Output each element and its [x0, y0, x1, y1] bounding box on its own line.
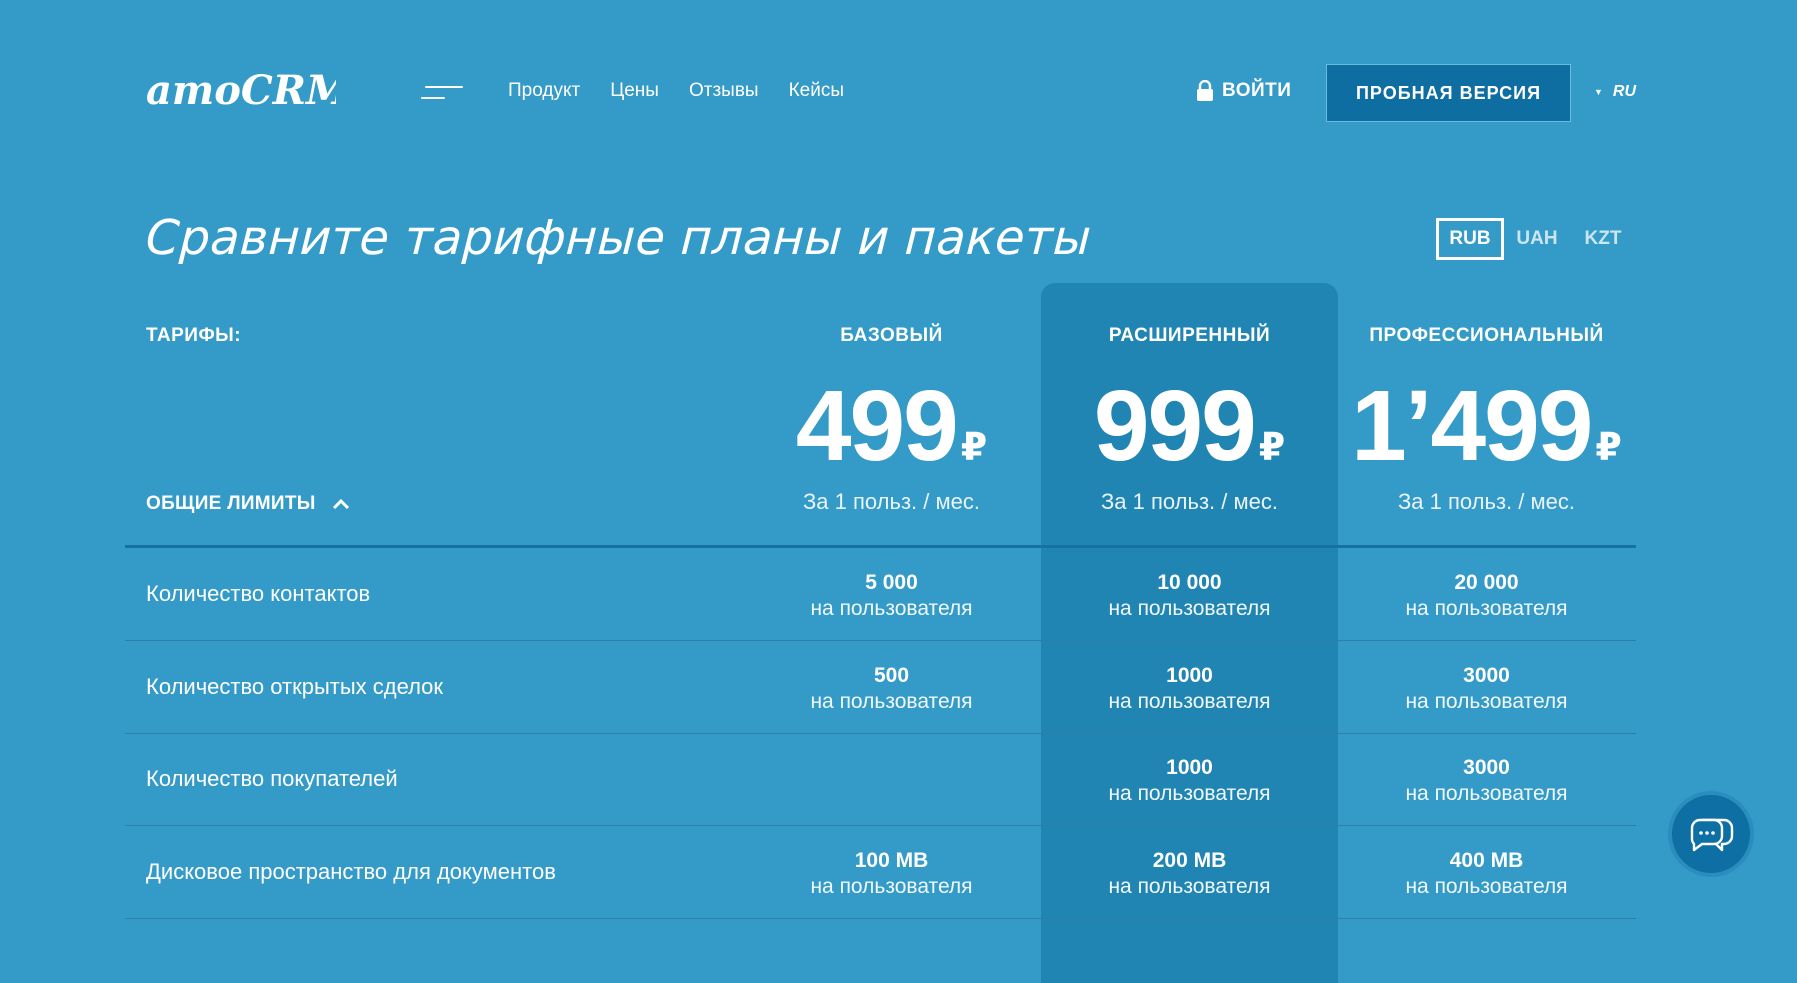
svg-text:amoCRM.: amoCRM.	[146, 67, 336, 114]
section-title: ОБЩИЕ ЛИМИТЫ	[146, 493, 316, 514]
currency-switcher: RUB UAH KZT	[1436, 218, 1636, 260]
cell-unit: на пользователя	[1108, 690, 1271, 713]
main-nav: Продукт Цены Отзывы Кейсы	[508, 80, 844, 102]
cell-extended: 1000 на пользователя	[1041, 663, 1338, 715]
cell-professional: 3000 на пользователя	[1338, 663, 1635, 715]
plan-period: За 1 польз. / мес.	[803, 489, 980, 514]
plan-price: 499 ₽	[743, 369, 1040, 484]
cell-value: 3000	[1463, 756, 1510, 779]
cell-basic: 5 000 на пользователя	[743, 570, 1040, 622]
page-title: Сравните тарифные планы и пакеты	[144, 210, 1093, 266]
login-label: ВОЙТИ	[1222, 80, 1292, 101]
cell-unit: на пользователя	[1108, 782, 1271, 805]
cell-value: 400 MB	[1449, 849, 1524, 872]
cell-unit: на пользователя	[810, 875, 973, 898]
currency-rub[interactable]: RUB	[1436, 218, 1504, 260]
cell-value: 1000	[1166, 664, 1213, 687]
cell-value: 20 000	[1454, 571, 1519, 594]
cell-value: 500	[873, 664, 910, 687]
cell-unit: на пользователя	[1108, 875, 1271, 898]
lock-icon	[1197, 80, 1213, 101]
amocrm-logo[interactable]: amoCRM.	[146, 64, 336, 114]
cell-basic: 100 MB на пользователя	[743, 848, 1040, 900]
ruble-sign: ₽	[960, 427, 988, 469]
plan-name: РАСШИРЕННЫЙ	[1108, 325, 1271, 346]
cell-value: 200 MB	[1152, 849, 1227, 872]
nav-prices[interactable]: Цены	[610, 80, 659, 102]
cell-unit: на пользователя	[1405, 782, 1568, 805]
plan-period: За 1 польз. / мес.	[1398, 489, 1575, 514]
cell-value: 1000	[1166, 756, 1213, 779]
nav-cases[interactable]: Кейсы	[789, 80, 844, 102]
price-value: 1’499	[1351, 370, 1593, 482]
caret-down-icon: ▼	[1594, 87, 1603, 97]
site-header: amoCRM. Продукт Цены Отзывы Кейсы ВОЙТИ …	[0, 0, 1797, 185]
price-value: 499	[795, 370, 959, 482]
language-selector[interactable]: ▼ RU	[1594, 83, 1636, 101]
price-value: 999	[1093, 370, 1257, 482]
cell-unit: на пользователя	[1405, 690, 1568, 713]
ruble-sign: ₽	[1258, 427, 1286, 469]
table-row: Количество контактов 5 000 на пользовател…	[125, 548, 1636, 641]
plan-name: БАЗОВЫЙ	[840, 325, 943, 346]
nav-reviews[interactable]: Отзывы	[689, 80, 759, 102]
chat-bubbles-icon	[1690, 818, 1734, 852]
cell-basic: 500 на пользователя	[743, 663, 1040, 715]
chat-widget-button[interactable]	[1668, 791, 1754, 877]
cell-unit: на пользователя	[1108, 597, 1271, 620]
currency-uah[interactable]: UAH	[1504, 218, 1570, 260]
login-button[interactable]: ВОЙТИ	[1196, 80, 1291, 102]
cell-value: 3000	[1463, 664, 1510, 687]
cell-professional: 20 000 на пользователя	[1338, 570, 1635, 622]
hamburger-menu-icon[interactable]	[421, 84, 463, 104]
logo-wordmark: amoCRM.	[146, 67, 336, 114]
plan-price: 999 ₽	[1041, 369, 1338, 484]
row-label: Количество покупателей	[146, 766, 398, 791]
cell-value: 100 MB	[854, 849, 929, 872]
tariffs-label: ТАРИФЫ:	[146, 325, 242, 346]
language-label: RU	[1612, 83, 1637, 100]
cell-value: 5 000	[865, 571, 918, 594]
cell-professional: 400 MB на пользователя	[1338, 848, 1635, 900]
row-label: Количество открытых сделок	[146, 674, 444, 699]
cell-unit: на пользователя	[810, 690, 973, 713]
cell-extended: 1000 на пользователя	[1041, 755, 1338, 807]
trial-button[interactable]: ПРОБНАЯ ВЕРСИЯ	[1326, 64, 1571, 122]
table-row: Количество покупателей 1000 на пользовате…	[125, 733, 1636, 826]
cell-extended: 10 000 на пользователя	[1041, 570, 1338, 622]
table-row: Дисковое пространство для документов 100…	[125, 826, 1636, 919]
row-label: Количество контактов	[146, 581, 371, 606]
plan-period: За 1 польз. / мес.	[1101, 489, 1278, 514]
plan-name: ПРОФЕССИОНАЛЬНЫЙ	[1369, 325, 1604, 346]
cell-value: 10 000	[1157, 571, 1222, 594]
nav-product[interactable]: Продукт	[508, 80, 580, 102]
cell-unit: на пользователя	[1405, 875, 1568, 898]
plan-price: 1’499 ₽	[1338, 369, 1635, 484]
chevron-up-icon	[332, 498, 349, 510]
section-toggle-general-limits[interactable]: ОБЩИЕ ЛИМИТЫ	[146, 493, 350, 515]
cell-unit: на пользователя	[810, 597, 973, 620]
cell-extended: 200 MB на пользователя	[1041, 848, 1338, 900]
cell-unit: на пользователя	[1405, 597, 1568, 620]
row-label: Дисковое пространство для документов	[146, 859, 556, 884]
table-row: Количество открытых сделок 500 на пользов…	[125, 641, 1636, 734]
cell-professional: 3000 на пользователя	[1338, 755, 1635, 807]
currency-kzt[interactable]: KZT	[1570, 218, 1636, 260]
ruble-sign: ₽	[1595, 427, 1622, 469]
